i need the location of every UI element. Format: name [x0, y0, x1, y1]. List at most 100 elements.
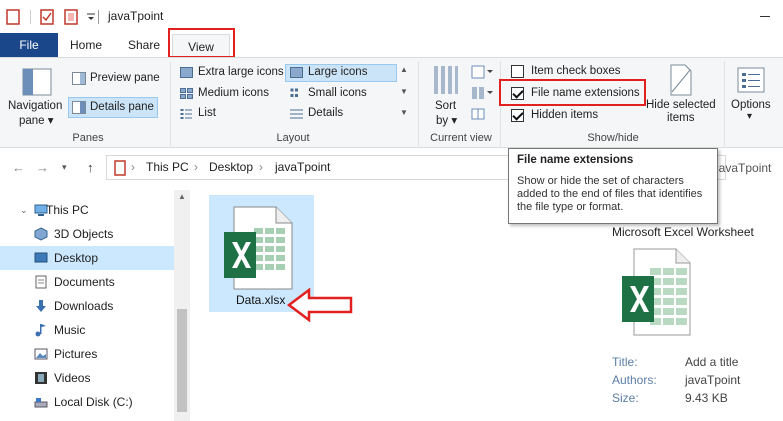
extra-large-icons-icon [180, 67, 193, 78]
options-dropdown[interactable]: ▾ [747, 111, 752, 122]
options-icon [737, 67, 765, 93]
hidden-items-checkbox[interactable] [511, 109, 524, 122]
sidebar-scroll-thumb[interactable] [177, 309, 187, 412]
quick-access-separator [30, 10, 31, 24]
new-folder-icon[interactable] [64, 9, 78, 25]
sidebar-item-documents[interactable]: Documents [0, 270, 174, 294]
hide-selected-label-2[interactable]: items [667, 112, 694, 124]
sidebar-item-label: Videos [54, 371, 91, 385]
meta-authors-key: Authors: [612, 373, 657, 387]
sidebar-item-music[interactable]: Music [0, 318, 174, 342]
preview-file-type: Microsoft Excel Worksheet [612, 225, 754, 239]
navigation-sidebar: ⌄ This PC 3D Objects Desktop Documents D… [0, 190, 190, 421]
tab-share[interactable]: Share [119, 33, 169, 57]
window-title: javaTpoint [108, 9, 164, 23]
current-view-group-label: Current view [430, 132, 492, 144]
file-name-extensions-highlight [499, 79, 646, 106]
medium-icons-icon [180, 88, 193, 99]
layout-medium-icons[interactable]: Medium icons [198, 87, 269, 99]
sidebar-item-downloads[interactable]: Downloads [0, 294, 174, 318]
forward-arrow-icon[interactable]: → [36, 160, 49, 175]
documents-icon [35, 275, 47, 289]
collapse-arrow-icon[interactable]: ⌄ [20, 198, 28, 222]
file-icon [6, 9, 20, 25]
sidebar-item-label: Documents [54, 275, 115, 289]
hide-selected-icon [670, 64, 692, 96]
folder-location-icon [114, 160, 126, 176]
item-check-boxes-label[interactable]: Item check boxes [531, 65, 620, 77]
group-by-icon[interactable] [471, 65, 493, 79]
view-tab-highlight [168, 28, 235, 58]
sidebar-item-local-disk[interactable]: Local Disk (C:) [0, 390, 174, 414]
tab-file[interactable]: File [0, 33, 58, 57]
small-icons-icon [290, 88, 298, 97]
group-separator [724, 62, 725, 146]
group-separator [418, 62, 419, 146]
breadcrumb-javatpoint[interactable]: javaTpoint [275, 160, 330, 174]
layout-scroll-down[interactable]: ▼ [400, 87, 408, 96]
sort-by-label[interactable]: Sort [435, 100, 456, 112]
navigation-pane-dropdown[interactable]: pane ▾ [19, 113, 54, 127]
hide-selected-label[interactable]: Hide selected [646, 99, 716, 111]
details-pane-icon [72, 101, 86, 114]
group-separator [170, 62, 171, 146]
download-icon [36, 300, 46, 312]
hidden-items-label[interactable]: Hidden items [531, 109, 598, 121]
layout-more[interactable]: ▼ [400, 108, 408, 117]
layout-details[interactable]: Details [308, 107, 343, 119]
title-bar: javaTpoint [0, 0, 783, 33]
sidebar-item-pictures[interactable]: Pictures [0, 342, 174, 366]
show-hide-group-label: Show/hide [587, 132, 639, 144]
desktop-icon [34, 252, 48, 263]
breadcrumb-this-pc[interactable]: This PC [146, 160, 189, 174]
tooltip-title: File name extensions [517, 154, 634, 166]
tab-home[interactable]: Home [62, 33, 110, 57]
up-arrow-icon[interactable]: ↑ [87, 160, 94, 175]
sidebar-item-label: Downloads [54, 299, 114, 313]
breadcrumb-separator: › [259, 160, 263, 174]
add-columns-icon[interactable] [471, 86, 493, 100]
layout-list[interactable]: List [198, 107, 216, 119]
customize-toolbar-icon[interactable] [86, 9, 96, 25]
scroll-up-icon[interactable]: ▲ [178, 192, 186, 201]
sidebar-item-label: Music [54, 323, 86, 337]
layout-large-icons[interactable]: Large icons [308, 66, 367, 78]
meta-title-value[interactable]: Add a title [685, 355, 738, 369]
cube-icon [34, 227, 48, 241]
meta-authors-value[interactable]: javaTpoint [685, 373, 740, 387]
preview-pane-icon [72, 72, 86, 85]
layout-scroll-up[interactable]: ▲ [400, 65, 408, 74]
sidebar-item-3d-objects[interactable]: 3D Objects [0, 222, 174, 246]
panes-group-label: Panes [72, 132, 104, 144]
meta-title-key: Title: [612, 355, 638, 369]
sidebar-item-desktop[interactable]: Desktop [0, 246, 174, 270]
layout-extra-large-icons[interactable]: Extra large icons [198, 66, 284, 78]
breadcrumb-separator: › [194, 160, 198, 174]
list-icon [180, 109, 192, 119]
back-arrow-icon[interactable]: ← [12, 160, 25, 175]
tooltip-body: Show or hide the set of characters added… [517, 175, 703, 213]
sort-icon [434, 66, 458, 94]
videos-icon [35, 372, 47, 384]
sort-by-dropdown[interactable]: by ▾ [436, 113, 457, 127]
recent-locations-icon[interactable]: ▾ [62, 162, 67, 173]
breadcrumb-desktop[interactable]: Desktop [209, 160, 253, 174]
sidebar-item-label: 3D Objects [54, 227, 114, 241]
excel-file-icon [224, 206, 293, 290]
preview-pane-button[interactable]: Preview pane [90, 72, 160, 84]
options-button[interactable]: Options [731, 99, 771, 111]
sidebar-item-label: Local Disk (C:) [54, 395, 133, 409]
title-divider [98, 10, 99, 24]
sidebar-item-videos[interactable]: Videos [0, 366, 174, 390]
properties-icon[interactable] [40, 9, 54, 25]
pointer-arrow-icon [287, 288, 353, 322]
sidebar-item-this-pc[interactable]: ⌄ This PC [0, 198, 174, 222]
sidebar-item-label: This PC [46, 203, 89, 217]
sidebar-item-label: Desktop [54, 251, 99, 265]
item-check-boxes-checkbox[interactable] [511, 65, 524, 78]
minimize-button[interactable] [760, 16, 770, 17]
size-columns-icon[interactable] [471, 108, 485, 120]
layout-small-icons[interactable]: Small icons [308, 87, 367, 99]
navigation-pane-label[interactable]: Navigation [8, 100, 62, 112]
details-pane-button[interactable]: Details pane [90, 101, 154, 113]
